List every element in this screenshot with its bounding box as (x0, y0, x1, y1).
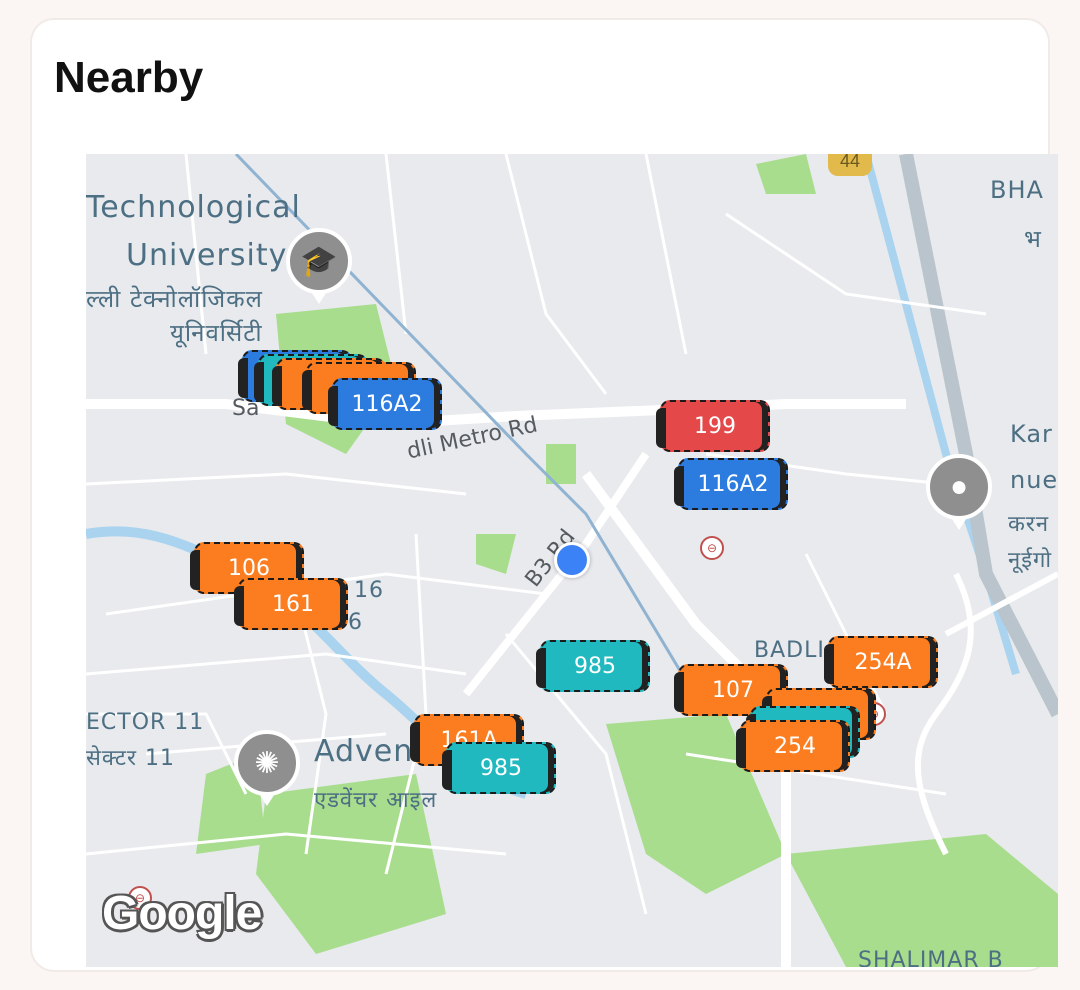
place-label-bha-en: BHA (990, 176, 1044, 204)
place-pin-icon[interactable]: ● (926, 454, 992, 530)
place-label-bha-hi: भ (1024, 225, 1042, 253)
nearby-card: Nearby 44 Technological University ल्ली … (32, 20, 1058, 970)
bus-marker[interactable]: 199 (656, 400, 770, 452)
bus-marker[interactable]: 985 (536, 640, 650, 692)
place-label-16a: 16 (354, 578, 384, 603)
place-label-shalimar: SHALIMAR B (858, 948, 1004, 967)
place-label-university-hi-1: ल्ली टेक्नोलॉजिकल (86, 285, 263, 313)
map-view[interactable]: 44 Technological University ल्ली टेक्नोल… (86, 154, 1058, 967)
metro-station-icon[interactable]: ⊖ (700, 536, 724, 560)
place-label-university-en-2: University (126, 238, 288, 273)
place-label-advent-hi: एडवेंचर आइल (314, 788, 438, 813)
place-label-kar-en-2: nue (1010, 466, 1058, 494)
bus-marker[interactable]: 254 (736, 720, 850, 772)
place-label-kar-hi-2: नूईगो (1008, 548, 1053, 573)
amusement-park-pin-icon[interactable]: ✺ (234, 730, 300, 806)
highway-badge: 44 (828, 154, 872, 176)
place-label-sector-en: ECTOR 11 (86, 710, 205, 735)
bus-marker[interactable]: 116A2 (674, 458, 788, 510)
place-label-16b: 6 (348, 610, 363, 635)
place-label-kar-en-1: Kar (1010, 420, 1053, 448)
place-label-university-en-1: Technological (86, 190, 301, 225)
bus-marker[interactable]: 116A2 (328, 378, 442, 430)
place-label-sector-hi: सेक्टर 11 (86, 746, 175, 771)
bus-marker[interactable]: 985 (442, 742, 556, 794)
google-attribution: Google (102, 887, 262, 940)
place-label-kar-hi-1: करन (1008, 512, 1050, 537)
university-pin-icon[interactable]: 🎓 (286, 228, 352, 304)
place-label-badli: BADLI (754, 638, 825, 663)
bus-marker[interactable]: 254A (824, 636, 938, 688)
bus-marker[interactable]: 161 (234, 578, 348, 630)
place-label-university-hi-2: यूनिवर्सिटी (170, 319, 263, 347)
card-title: Nearby (54, 53, 204, 102)
current-location-dot (554, 542, 590, 578)
